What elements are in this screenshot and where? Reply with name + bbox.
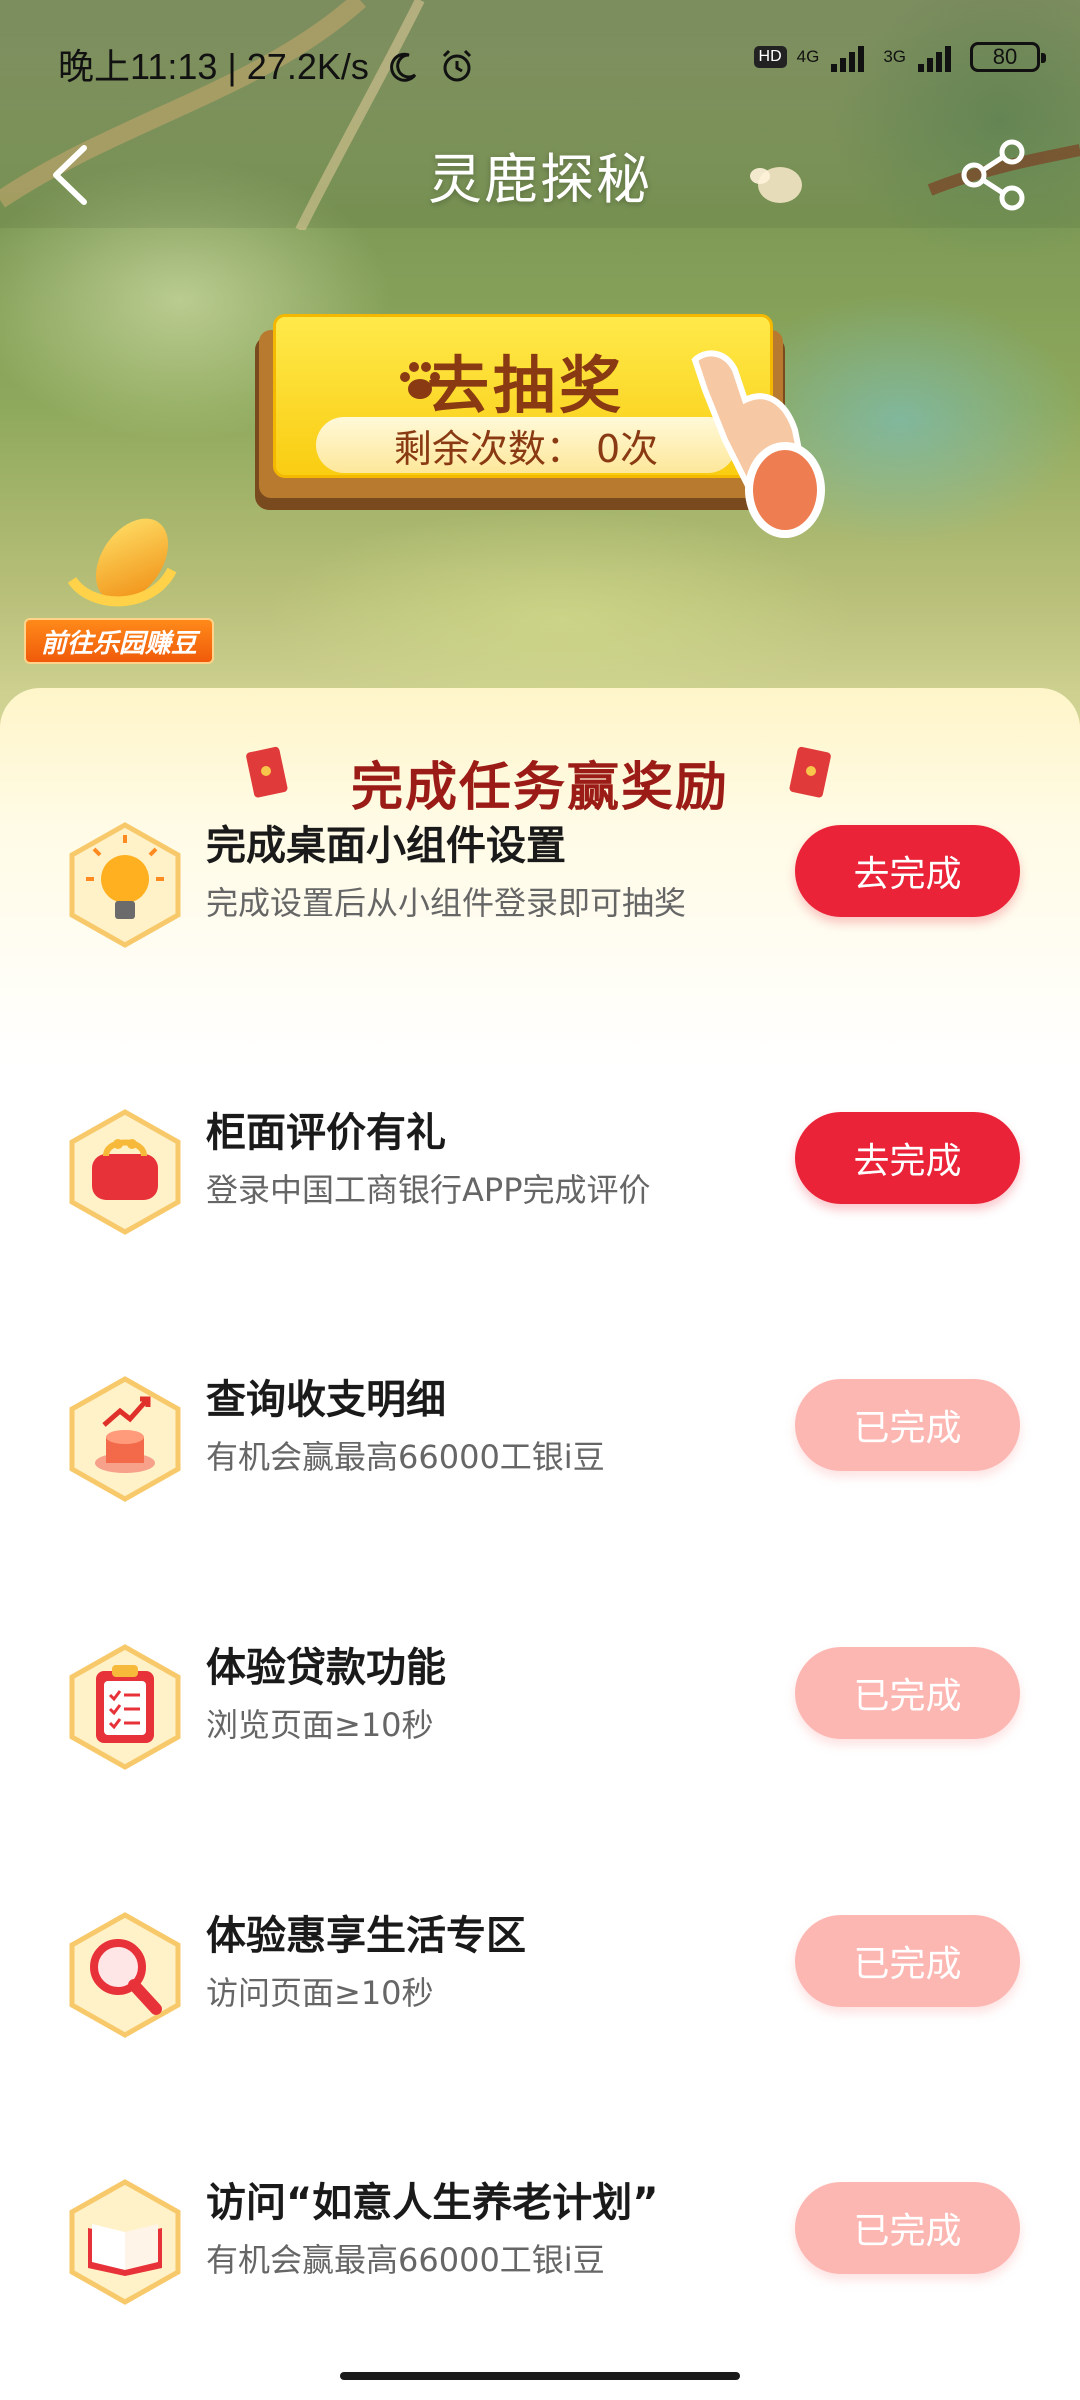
task-title: 访问“如意人生养老计划” — [206, 2180, 659, 2226]
network-3g-label: 3G — [883, 47, 906, 66]
task-title: 体验贷款功能 — [206, 1645, 446, 1691]
red-envelope-icon-right — [789, 746, 831, 798]
task-completed-button[interactable]: 已完成 — [795, 1915, 1020, 2007]
pointing-hand-icon — [691, 350, 825, 538]
status-bar: 晚上11:13 | 27.2K/s HD 4G 3G 80 — [0, 0, 1080, 120]
status-time-text: 晚上11:13 | 27.2K/s — [58, 46, 369, 87]
clipboard-icon — [69, 1644, 181, 1770]
battery-level: 80 — [992, 44, 1018, 69]
page-title: 灵鹿探秘 — [428, 148, 652, 211]
book-icon — [69, 2179, 181, 2305]
home-indicator[interactable] — [340, 2372, 740, 2380]
task-row: 体验惠享生活专区 访问页面≥10秒 已完成 — [0, 1903, 1080, 2083]
task-row: 柜面评价有礼 登录中国工商银行APP完成评价 去完成 — [0, 1100, 1080, 1280]
task-row: 完成桌面小组件设置 完成设置后从小组件登录即可抽奖 去完成 — [0, 813, 1080, 993]
task-row: 访问“如意人生养老计划” 有机会赢最高66000工银i豆 已完成 — [0, 2170, 1080, 2350]
task-title: 体验惠享生活专区 — [206, 1913, 526, 1959]
wallet-icon — [69, 1109, 181, 1235]
task-row: 体验贷款功能 浏览页面≥10秒 已完成 — [0, 1635, 1080, 1815]
task-description: 有机会赢最高66000工银i豆 — [206, 1438, 605, 1476]
remaining-count: 剩余次数： 0次 — [316, 417, 736, 473]
alarm-icon — [442, 49, 471, 82]
task-completed-button[interactable]: 已完成 — [795, 1647, 1020, 1739]
task-title: 柜面评价有礼 — [206, 1110, 446, 1156]
hd-badge: HD — [753, 46, 787, 68]
task-completed-button[interactable]: 已完成 — [795, 2182, 1020, 2274]
task-go-button[interactable]: 去完成 — [795, 825, 1020, 917]
golden-bean-icon — [67, 518, 177, 607]
task-go-button[interactable]: 去完成 — [795, 1112, 1020, 1204]
task-title: 完成桌面小组件设置 — [206, 823, 566, 869]
signal-icon-2 — [918, 46, 951, 72]
share-button[interactable] — [960, 138, 1030, 212]
signal-icon — [831, 46, 865, 72]
task-description: 浏览页面≥10秒 — [206, 1706, 434, 1744]
task-completed-button[interactable]: 已完成 — [795, 1379, 1020, 1471]
moon-icon — [389, 52, 417, 82]
task-description: 访问页面≥10秒 — [206, 1974, 434, 2012]
task-description: 完成设置后从小组件登录即可抽奖 — [206, 884, 687, 922]
task-title: 查询收支明细 — [206, 1377, 446, 1423]
battery-icon: 80 — [970, 42, 1046, 72]
task-row: 查询收支明细 有机会赢最高66000工银i豆 已完成 — [0, 1367, 1080, 1547]
status-icons: HD 4G 3G 80 — [753, 40, 1046, 74]
magnifier-icon — [69, 1912, 181, 2038]
farm-entry-label: 前往乐园赚豆 — [24, 618, 214, 664]
farm-entry-button[interactable]: 前往乐园赚豆 — [22, 500, 217, 670]
lightbulb-icon — [69, 822, 181, 948]
share-icon — [961, 139, 1025, 211]
task-description: 登录中国工商银行APP完成评价 — [206, 1171, 651, 1209]
status-time: 晚上11:13 | 27.2K/s — [58, 38, 477, 90]
lottery-button[interactable]: 去抽奖 剩余次数： 0次 — [255, 310, 825, 538]
tasks-section-title: 完成任务赢奖励 — [350, 758, 729, 818]
chart-icon — [69, 1376, 181, 1502]
task-description: 有机会赢最高66000工银i豆 — [206, 2241, 605, 2279]
network-4g-label: 4G — [796, 47, 820, 66]
